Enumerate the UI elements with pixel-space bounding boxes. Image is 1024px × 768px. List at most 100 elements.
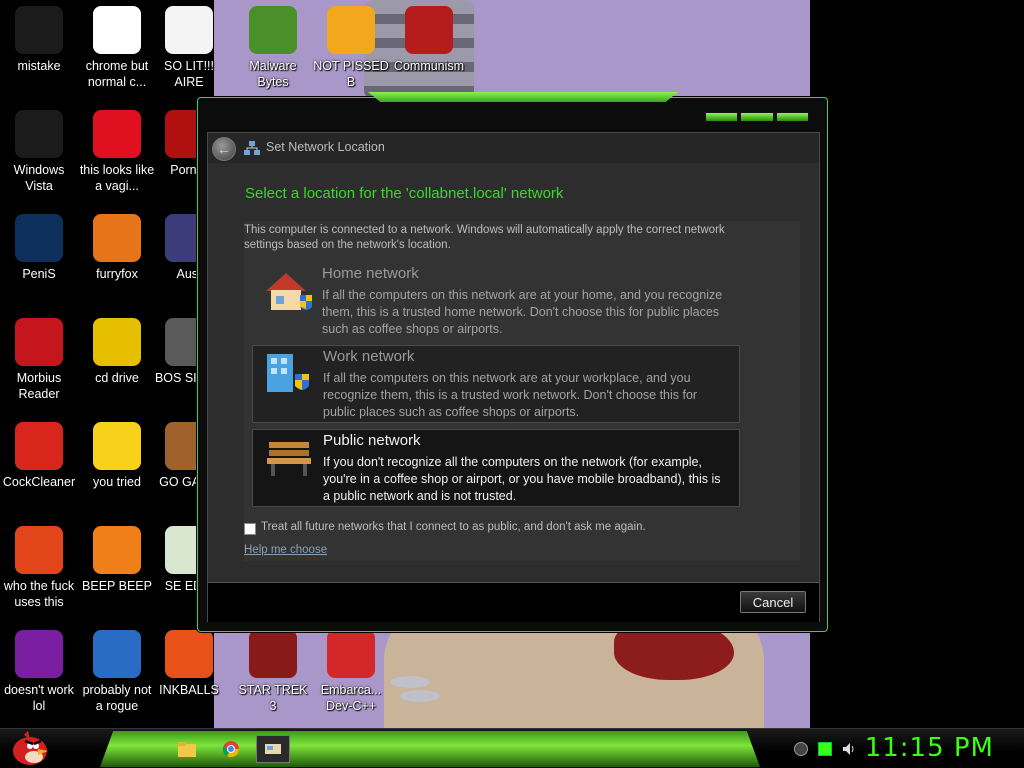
vlc-cone-icon [93, 526, 141, 574]
desktop-icon[interactable]: Malware Bytes [234, 0, 312, 90]
desktop-icon-label: probably not a rogue [82, 683, 152, 713]
desktop-icon-label: PeniS [22, 267, 56, 281]
desktop-icon-label: mistake [17, 59, 61, 73]
home-network-option[interactable]: Home network If all the computers on thi… [252, 263, 740, 341]
desktop-icon[interactable]: you tried [78, 416, 156, 490]
park-bench-icon [267, 442, 311, 476]
desktop-icon[interactable]: NOT PISSED B [312, 0, 390, 90]
desktop-icon[interactable]: INKBALLS [150, 624, 228, 698]
ccleaner-icon [15, 422, 63, 470]
chrome-taskbar-button[interactable] [214, 735, 248, 763]
desktop-icon-label: who the fuck uses this [3, 579, 75, 609]
desktop-icon[interactable]: who the fuck uses this [0, 520, 78, 610]
logo-icon [405, 6, 453, 54]
intro-text: This computer is connected to a network.… [244, 224, 725, 251]
dialog-top-glow [368, 92, 678, 102]
dialog-titlebar: ← Set Network Location [208, 133, 819, 163]
recycle-bin-icon [15, 110, 63, 158]
desktop-icon[interactable]: BEEP BEEP [78, 520, 156, 594]
desktop-icon-label: you tried [93, 475, 141, 489]
cancel-button[interactable]: Cancel [740, 591, 806, 613]
desktop-icon[interactable]: Communism [390, 0, 468, 74]
desktop-icon[interactable]: this looks like a vagi... [78, 104, 156, 194]
back-button[interactable]: ← [212, 137, 236, 161]
network-icon [265, 744, 281, 754]
treat-public-checkbox[interactable] [244, 523, 256, 535]
help-me-choose-link[interactable]: Help me choose [244, 544, 327, 556]
dialog-footer: Cancel [208, 582, 819, 622]
chrome-icon [222, 741, 240, 758]
set-network-location-dialog: ← Set Network Location Select a location… [197, 92, 828, 632]
photoshop-icon [15, 214, 63, 262]
cd-drive-icon [93, 318, 141, 366]
wallpaper-stone [400, 690, 440, 702]
star-icon [93, 422, 141, 470]
chrome-icon [93, 6, 141, 54]
home-network-description: If all the computers on this network are… [322, 288, 723, 336]
desktop-icon[interactable]: STAR TREK 3 [234, 624, 312, 714]
desktop-icon[interactable]: chrome but normal c... [78, 0, 156, 90]
wallpaper-stone [390, 676, 430, 688]
desktop-icon-label: Communism [393, 59, 465, 73]
minimize-button[interactable] [705, 112, 739, 122]
desktop-icon-label: Malware Bytes [249, 59, 297, 89]
desktop-icon[interactable]: doesn't work lol [0, 624, 78, 714]
work-network-option[interactable]: Work network If all the computers on thi… [252, 345, 740, 423]
explorer-taskbar-button[interactable] [170, 735, 204, 763]
desktop-icon-label: BEEP BEEP [82, 579, 152, 593]
network-dialog-taskbar-button[interactable] [256, 735, 290, 763]
network-icon [244, 141, 260, 155]
desktop-icon-label: furryfox [96, 267, 138, 281]
opera-icon [93, 110, 141, 158]
public-network-option[interactable]: Public network If you don't recognize al… [252, 429, 740, 507]
desktop-icon-label: CockCleaner [2, 475, 76, 489]
desktop-icon[interactable]: Embarca... Dev-C++ [312, 624, 390, 714]
devcpp-icon [327, 630, 375, 678]
desktop-icon-label: INKBALLS [159, 683, 219, 697]
firefox-icon [93, 214, 141, 262]
desktop-icon[interactable]: SO LIT!!! AIRE [150, 0, 228, 90]
public-network-title: Public network [323, 432, 421, 449]
desktop-icon[interactable]: probably not a rogue [78, 624, 156, 714]
desktop-icon-label: cd drive [95, 371, 139, 385]
desktop-icon-label: STAR TREK 3 [238, 683, 308, 713]
start-button-angry-bird-icon[interactable] [8, 729, 52, 767]
desktop-icon[interactable]: furryfox [78, 208, 156, 282]
network-tray-icon[interactable] [818, 742, 832, 756]
lightning-icon [15, 526, 63, 574]
system-tools-icon [93, 630, 141, 678]
dialog-title: Set Network Location [266, 140, 385, 154]
ink-ball-icon [165, 630, 213, 678]
desktop-icon-label: this looks like a vagi... [79, 163, 155, 193]
desktop-icon-label: chrome but normal c... [85, 59, 149, 89]
yahoo-messenger-icon [15, 630, 63, 678]
public-network-description: If you don't recognize all the computers… [323, 455, 721, 503]
taskbar-clock[interactable]: 11:15 PM [865, 733, 994, 763]
close-button[interactable] [775, 112, 809, 122]
desktop-icon[interactable]: PeniS [0, 208, 78, 282]
desktop-icon[interactable]: mistake [0, 0, 78, 74]
desktop-icon[interactable]: Windows Vista [0, 104, 78, 194]
dialog-body: ← Set Network Location Select a location… [207, 132, 820, 622]
dialog-content: This computer is connected to a network.… [244, 221, 800, 561]
desktop-icon[interactable]: CockCleaner [0, 416, 78, 490]
volume-icon[interactable] [842, 742, 856, 756]
back-arrow-icon: ← [217, 141, 231, 157]
desktop-icon-label: SO LIT!!! AIRE [163, 59, 214, 89]
desktop-icon[interactable]: cd drive [78, 312, 156, 386]
shield-check-icon [249, 6, 297, 54]
desktop-icon-label: doesn't work lol [4, 683, 74, 713]
recycle-bin-icon [15, 6, 63, 54]
angry-pig-icon [327, 6, 375, 54]
maximize-button[interactable] [740, 112, 774, 122]
work-network-description: If all the computers on this network are… [323, 371, 698, 419]
desktop-icon-label: Windows Vista [13, 163, 65, 193]
house-icon [266, 273, 312, 310]
desktop-icon[interactable]: Morbius Reader [0, 312, 78, 402]
home-network-title: Home network [322, 265, 419, 282]
treat-public-checkbox-label[interactable]: Treat all future networks that I connect… [261, 521, 646, 533]
office-building-icon [267, 354, 309, 392]
back-tray-icon[interactable] [794, 742, 808, 756]
desktop-icon-label: NOT PISSED B [313, 59, 389, 89]
desktop-icon-label: Embarca... Dev-C++ [320, 683, 382, 713]
